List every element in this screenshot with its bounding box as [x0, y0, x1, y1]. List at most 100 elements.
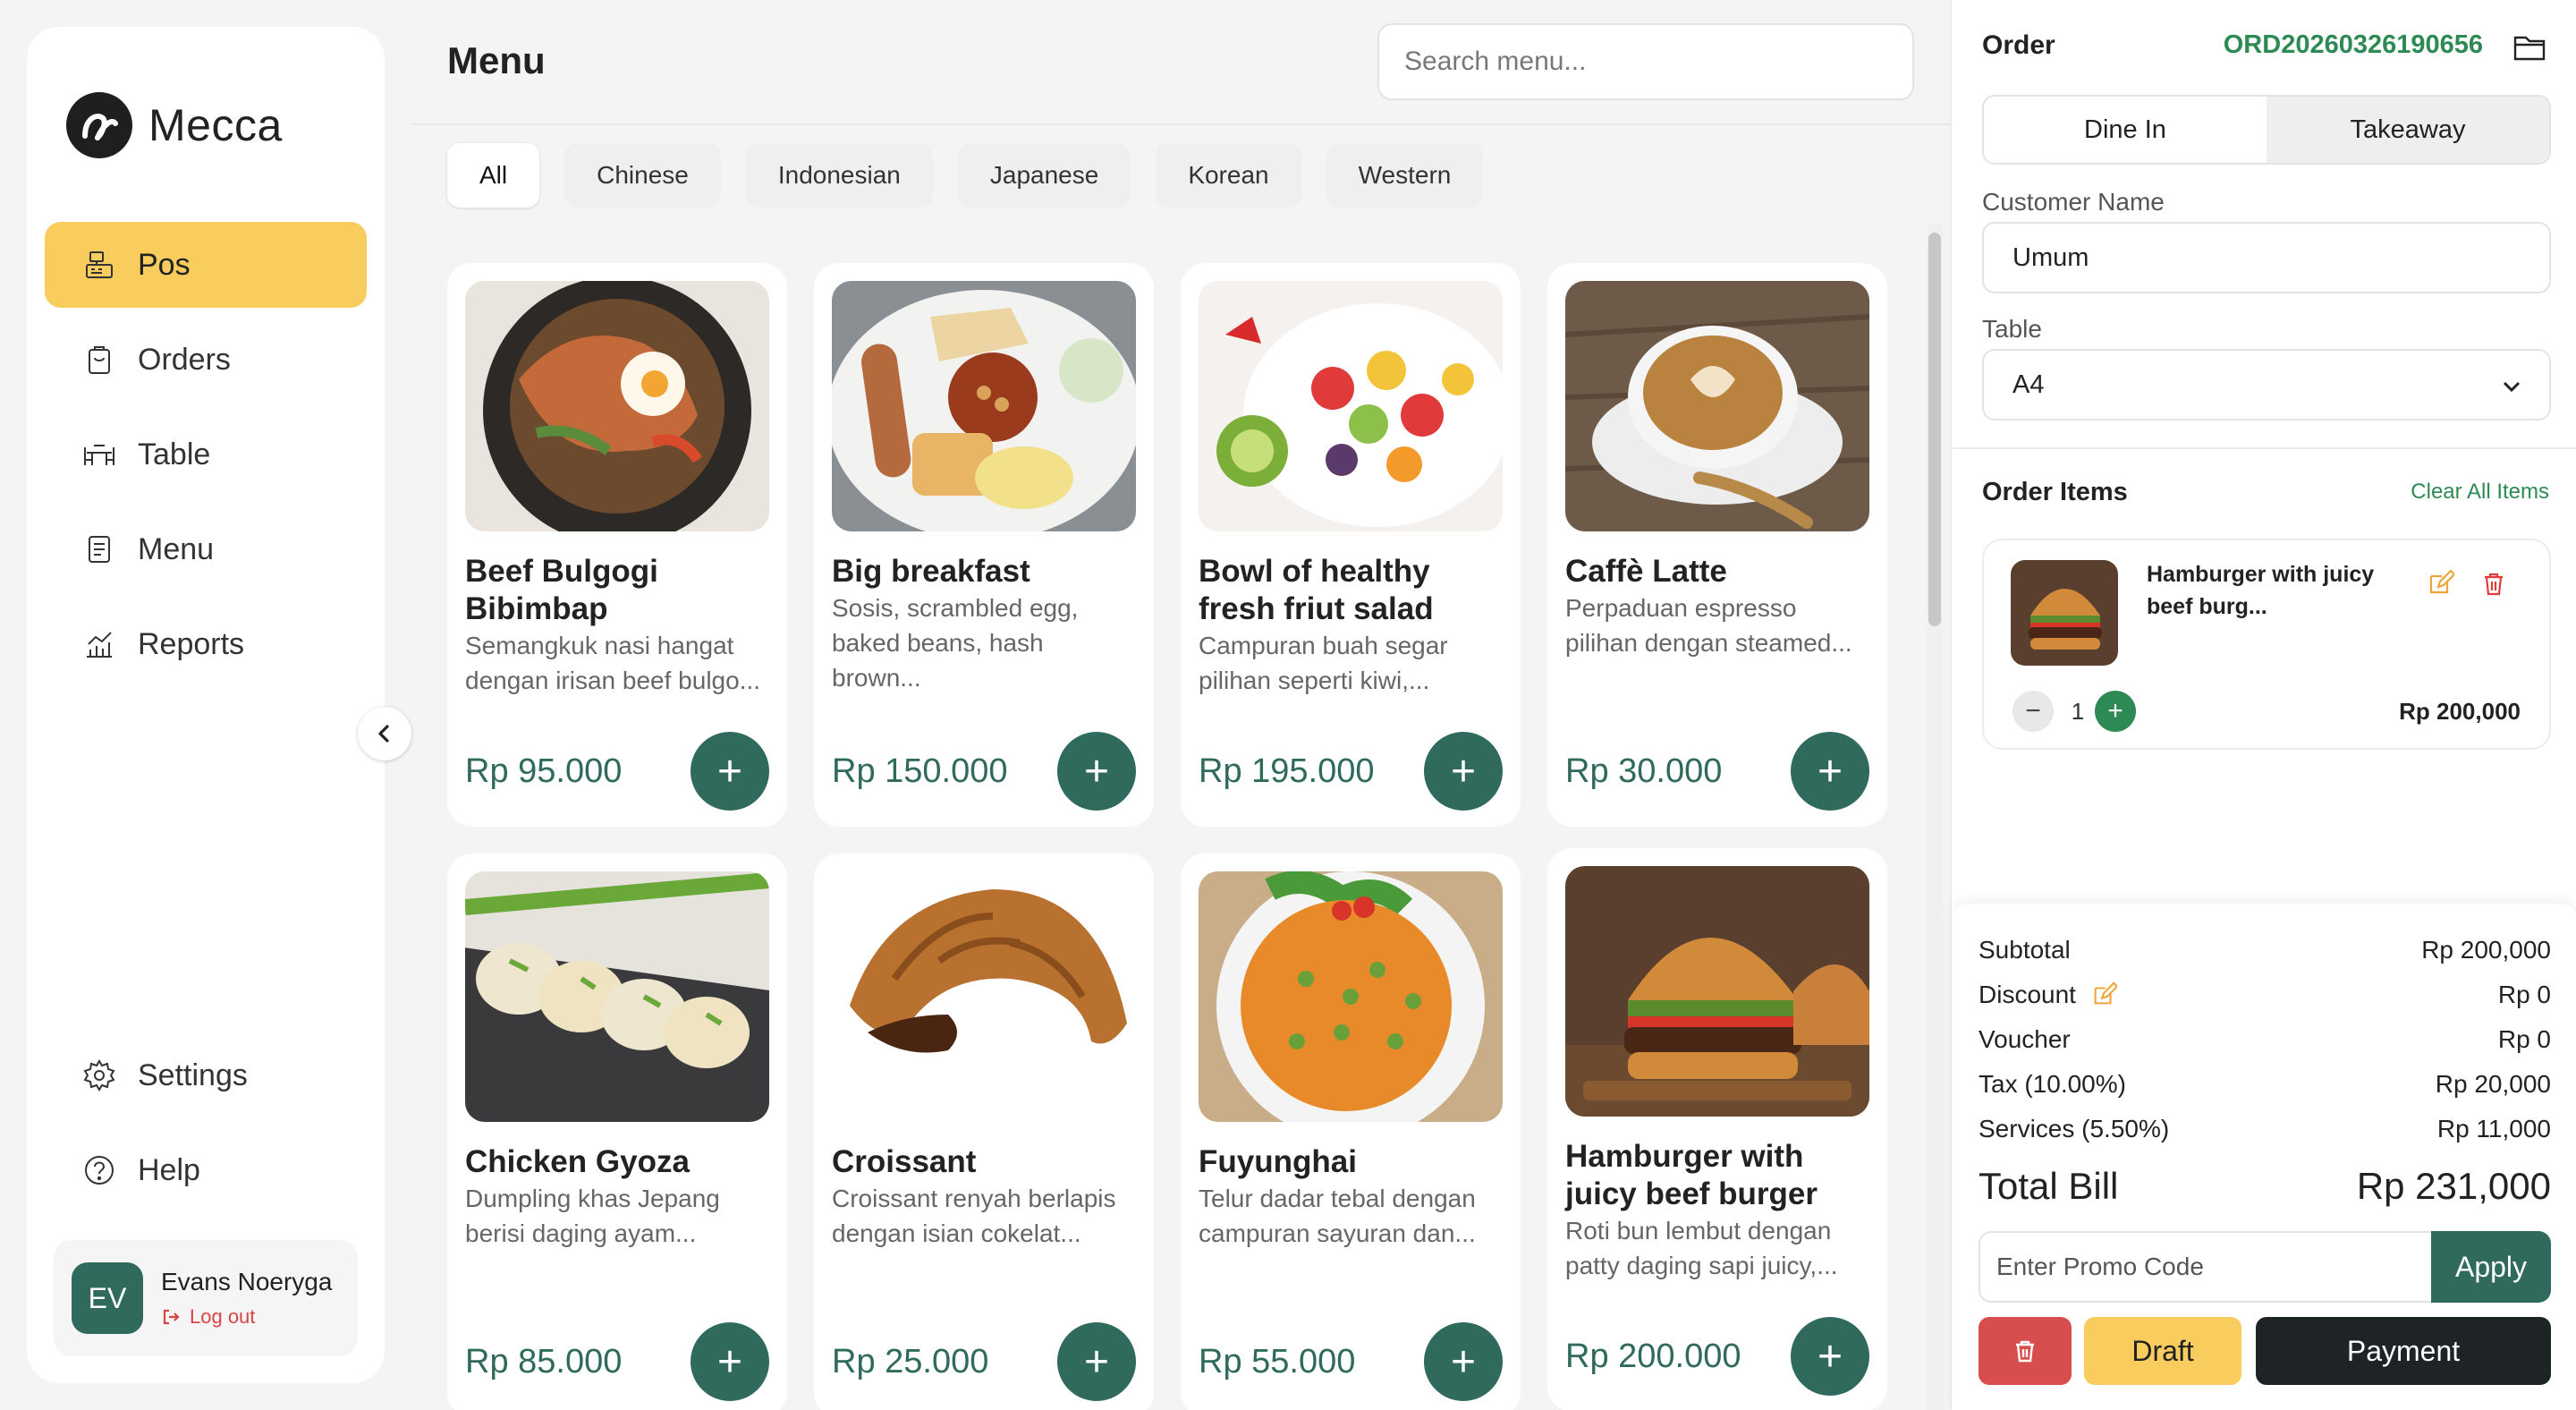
- order-item: Hamburger with juicy beef burg... − 1 + …: [1982, 539, 2551, 750]
- payment-button[interactable]: Payment: [2256, 1317, 2551, 1385]
- voucher-label: Voucher: [1979, 1025, 2071, 1053]
- trash-icon[interactable]: [2479, 569, 2510, 599]
- product-card[interactable]: Beef Bulgogi Bibimbap Semangkuk nasi han…: [447, 263, 787, 827]
- product-price: Rp 95.000: [465, 752, 623, 790]
- product-price: Rp 195.000: [1199, 752, 1375, 790]
- subtotal-value: Rp 200,000: [2421, 936, 2551, 964]
- add-to-order-button[interactable]: +: [1791, 732, 1869, 811]
- avatar[interactable]: EV: [72, 1262, 143, 1334]
- discount-value: Rp 0: [2497, 981, 2551, 1008]
- tax-label: Tax (10.00%): [1979, 1070, 2126, 1098]
- total-value: Rp 231,000: [2356, 1165, 2551, 1207]
- gyoza-image: [465, 871, 769, 1122]
- product-price: Rp 200.000: [1565, 1338, 1741, 1375]
- collapse-sidebar-button[interactable]: [358, 707, 411, 760]
- tab-korean[interactable]: Korean: [1156, 143, 1301, 208]
- tab-all[interactable]: All: [447, 143, 540, 208]
- product-card[interactable]: Bowl of healthy fresh friut salad Campur…: [1181, 263, 1521, 827]
- services-label: Services (5.50%): [1979, 1115, 2170, 1142]
- sidebar-item-help[interactable]: Help: [45, 1127, 367, 1213]
- quantity-increase-button[interactable]: +: [2095, 691, 2136, 732]
- order-items-title: Order Items: [1982, 478, 2128, 506]
- product-card[interactable]: Chicken Gyoza Dumpling khas Jepang beris…: [447, 854, 787, 1410]
- quantity-decrease-button[interactable]: −: [2012, 691, 2054, 732]
- user-card: EV Evans Noeryga Log out: [54, 1240, 358, 1356]
- customer-name-field[interactable]: Umum: [1982, 222, 2551, 293]
- help-icon: [80, 1151, 118, 1189]
- tab-japanese[interactable]: Japanese: [957, 143, 1131, 208]
- sidebar-item-label: Settings: [138, 1058, 248, 1092]
- services-value: Rp 11,000: [2436, 1115, 2551, 1142]
- add-to-order-button[interactable]: +: [1791, 1317, 1869, 1396]
- product-card[interactable]: Croissant Croissant renyah berlapis deng…: [814, 854, 1154, 1410]
- sidebar-item-settings[interactable]: Settings: [45, 1032, 367, 1118]
- sidebar-item-label: Help: [138, 1152, 200, 1187]
- discount-label: Discount: [1979, 981, 2076, 1008]
- trash-icon: [2016, 1340, 2034, 1363]
- order-label: Order: [1982, 30, 2055, 60]
- table-select[interactable]: A4: [1982, 349, 2551, 420]
- chevron-left-icon: [378, 725, 389, 743]
- product-price: Rp 30.000: [1565, 752, 1723, 790]
- sidebar-item-label: Table: [138, 437, 211, 471]
- product-price: Rp 150.000: [832, 752, 1008, 790]
- product-name: Fuyunghai: [1199, 1144, 1357, 1179]
- breakfast-image: [832, 281, 1136, 531]
- table-icon: [80, 436, 118, 473]
- tab-chinese[interactable]: Chinese: [564, 143, 721, 208]
- tab-western[interactable]: Western: [1326, 143, 1484, 208]
- latte-image: [1565, 281, 1869, 531]
- logout-label: Log out: [190, 1305, 256, 1328]
- product-description: Telur dadar tebal dengan campuran sayura…: [1199, 1185, 1476, 1247]
- product-card[interactable]: Fuyunghai Telur dadar tebal dengan campu…: [1181, 854, 1521, 1410]
- sidebar-item-pos[interactable]: Pos: [45, 222, 367, 308]
- edit-icon[interactable]: [2426, 569, 2456, 599]
- product-card[interactable]: Caffè Latte Perpaduan espresso pilihan d…: [1547, 263, 1887, 827]
- product-card[interactable]: Hamburger with juicy beef burger Roti bu…: [1547, 848, 1887, 1410]
- add-to-order-button[interactable]: +: [1424, 1322, 1503, 1401]
- main-nav: Pos Orders Table Menu Reports: [45, 222, 367, 696]
- apply-promo-button[interactable]: Apply: [2431, 1231, 2551, 1303]
- order-item-name: Hamburger with juicy beef burg...: [2147, 562, 2375, 619]
- draft-button[interactable]: Draft: [2084, 1317, 2241, 1385]
- sidebar-item-label: Orders: [138, 342, 231, 377]
- product-name: Beef Bulgogi Bibimbap: [465, 554, 658, 626]
- folder-icon[interactable]: [2512, 29, 2547, 64]
- order-summary: Subtotal Rp 200,000 Discount Rp 0 Vouche…: [1952, 904, 2576, 1410]
- order-item-image: [2011, 560, 2118, 666]
- sidebar-item-menu[interactable]: Menu: [45, 506, 367, 592]
- pos-register-icon: [80, 246, 118, 284]
- tab-indonesian[interactable]: Indonesian: [745, 143, 933, 208]
- sidebar-item-label: Menu: [138, 531, 215, 566]
- brand-name: Mecca: [148, 100, 283, 150]
- sidebar-item-table[interactable]: Table: [45, 412, 367, 497]
- tax-value: Rp 20,000: [2435, 1070, 2551, 1098]
- discount-row: Discount Rp 0: [1979, 981, 2551, 1009]
- promo-code-input[interactable]: [1979, 1231, 2431, 1303]
- takeaway-button[interactable]: Takeaway: [2267, 97, 2549, 163]
- sidebar-item-reports[interactable]: Reports: [45, 601, 367, 687]
- product-card[interactable]: Big breakfast Sosis, scrambled egg, bake…: [814, 263, 1154, 827]
- delete-order-button[interactable]: [1979, 1317, 2072, 1385]
- discount-label-wrap: Discount: [1979, 981, 2117, 1009]
- add-to-order-button[interactable]: +: [691, 732, 769, 811]
- scrollbar-thumb[interactable]: [1928, 233, 1941, 626]
- table-select-value: A4: [2012, 369, 2045, 399]
- search-input[interactable]: [1377, 23, 1914, 100]
- clear-all-items-link[interactable]: Clear All Items: [2411, 480, 2549, 505]
- add-to-order-button[interactable]: +: [1424, 732, 1503, 811]
- sidebar-item-orders[interactable]: Orders: [45, 317, 367, 403]
- sidebar-item-label: Reports: [138, 626, 245, 661]
- order-actions: Draft Payment: [1979, 1317, 2551, 1385]
- brand[interactable]: Mecca: [66, 64, 283, 186]
- fuyunghai-image: [1199, 871, 1503, 1122]
- customer-name-value: Umum: [2012, 242, 2089, 272]
- edit-discount-icon[interactable]: [2090, 981, 2117, 1008]
- add-to-order-button[interactable]: +: [691, 1322, 769, 1401]
- clipboard-icon: [80, 341, 118, 378]
- add-to-order-button[interactable]: +: [1057, 1322, 1136, 1401]
- dine-in-button[interactable]: Dine In: [1984, 97, 2267, 163]
- voucher-row: Voucher Rp 0: [1979, 1025, 2551, 1054]
- add-to-order-button[interactable]: +: [1057, 732, 1136, 811]
- logout-link[interactable]: Log out: [161, 1305, 332, 1329]
